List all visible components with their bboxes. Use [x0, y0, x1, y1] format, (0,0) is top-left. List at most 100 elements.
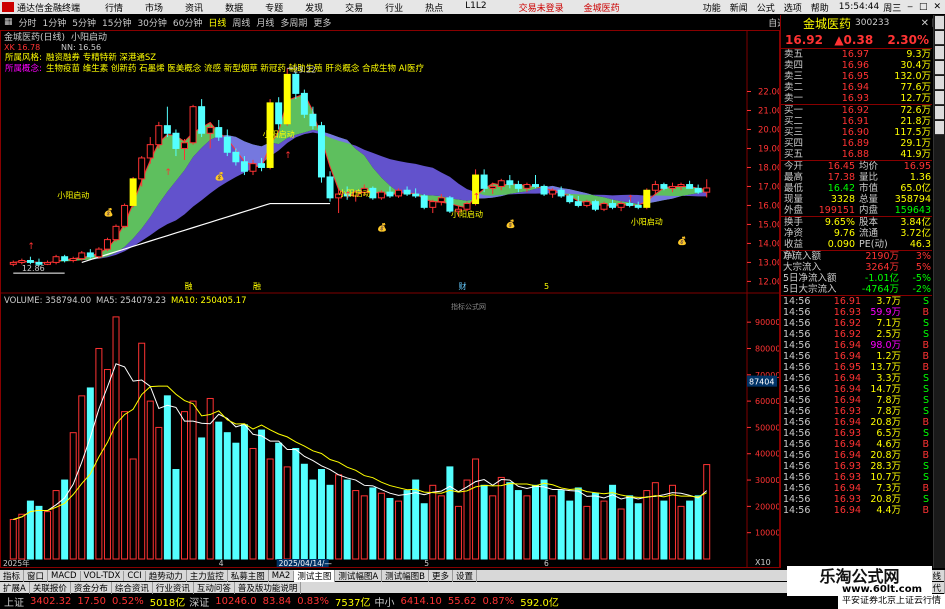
period-tab[interactable]: 更多 [313, 16, 331, 29]
tool-button[interactable] [935, 91, 944, 105]
menu-item[interactable]: 数据 [225, 1, 243, 14]
indicator-tab[interactable]: 测试幅图A [335, 569, 383, 582]
tool-button[interactable] [935, 121, 944, 135]
tool-button[interactable] [935, 106, 944, 120]
index-name[interactable]: 中小 [374, 594, 394, 609]
menu-item[interactable]: 资讯 [185, 1, 203, 14]
info-tab[interactable]: 关联报价 [30, 581, 71, 594]
info-tab[interactable]: 行业资讯 [153, 581, 194, 594]
menu-item[interactable]: 热点 [425, 1, 443, 14]
title-menu-item[interactable]: 帮助 [811, 1, 829, 14]
right-tool-strip[interactable] [933, 15, 945, 568]
indicator-tab[interactable]: MACD [48, 570, 81, 581]
tick-row[interactable]: 14:56 16.94 1.2万 B [781, 351, 932, 362]
title-menu-item[interactable]: 功能 [703, 1, 721, 14]
period-tab[interactable]: 5分钟 [72, 16, 96, 29]
maximize-icon[interactable]: □ [919, 2, 928, 12]
period-tab[interactable]: 月线 [256, 16, 274, 29]
tool-button[interactable] [935, 76, 944, 90]
tick-row[interactable]: 14:56 16.94 98.0万 B [781, 340, 932, 351]
title-menu-item[interactable]: 新闻 [730, 1, 748, 14]
stat-label: 内盘 [859, 205, 879, 216]
tick-row[interactable]: 14:56 16.94 20.8万 B [781, 450, 932, 461]
tick-row[interactable]: 14:56 16.93 10.7万 S [781, 472, 932, 483]
indicator-tab[interactable]: 测试幅图B [382, 569, 429, 582]
menu-item[interactable]: 市场 [145, 1, 163, 14]
price-change-pct: 2.30% [887, 32, 929, 47]
title-menu-item[interactable]: 选项 [784, 1, 802, 14]
buy-arrow-icon: ↑ [27, 242, 35, 252]
formula-watermark: 指标公式网 [451, 302, 486, 311]
tick-row[interactable]: 14:56 16.92 7.1万 S [781, 318, 932, 329]
menu-item[interactable]: 行情 [105, 1, 123, 14]
tick-row[interactable]: 14:56 16.94 20.8万 B [781, 417, 932, 428]
tick-row[interactable]: 14:56 16.94 7.8万 S [781, 395, 932, 406]
period-tab[interactable]: 日线 [208, 16, 226, 29]
indicator-tab[interactable]: 私募主图 [228, 569, 269, 582]
menu-item[interactable]: 专题 [265, 1, 283, 14]
tick-row[interactable]: 14:56 16.94 14.7万 S [781, 384, 932, 395]
tick-row[interactable]: 14:56 16.94 7.3万 B [781, 483, 932, 494]
tick-row[interactable]: 14:56 16.94 4.6万 B [781, 439, 932, 450]
tick-row[interactable]: 14:56 16.95 13.7万 B [781, 362, 932, 373]
period-tab[interactable]: 30分钟 [137, 16, 166, 29]
index-name[interactable]: 深证 [189, 594, 209, 609]
indicator-tab[interactable]: 主力监控 [187, 569, 228, 582]
minimize-icon[interactable]: ‒ [907, 2, 913, 12]
info-tab[interactable]: 资金分布 [71, 581, 112, 594]
tick-row[interactable]: 14:56 16.94 3.3万 S [781, 373, 932, 384]
stat-label: 量比 [859, 172, 879, 183]
tick-row[interactable]: 14:56 16.93 7.8万 S [781, 406, 932, 417]
info-tab[interactable]: 普及版功能说明 [235, 581, 302, 594]
tick-row[interactable]: 14:56 16.93 6.5万 S [781, 428, 932, 439]
tool-button[interactable] [935, 31, 944, 45]
info-tab[interactable]: 扩展A [0, 581, 30, 594]
indicator-tab[interactable]: MA2 [269, 570, 295, 581]
tool-button[interactable] [935, 46, 944, 60]
info-tab[interactable]: 综合资讯 [112, 581, 153, 594]
tick-row[interactable]: 14:56 16.91 3.7万 S [781, 296, 932, 307]
candle-body [275, 102, 283, 125]
tick-row[interactable]: 14:56 16.93 20.8万 S [781, 494, 932, 505]
volume-bar [352, 490, 360, 560]
current-stock-link[interactable]: 金城医药 [584, 1, 620, 14]
close-panel-icon[interactable]: ✕ [921, 18, 929, 29]
info-tab[interactable]: 互动问答 [194, 581, 235, 594]
tool-button[interactable] [935, 61, 944, 75]
index-name[interactable]: 上证 [4, 594, 24, 609]
title-menu-item[interactable]: 公式 [757, 1, 775, 14]
menu-item[interactable]: 行业 [385, 1, 403, 14]
kline-chart-area[interactable]: 金城医药(日线) 小阳启动 XK 16.78 NN: 16.56 所属风格: 融资融券 专… [0, 30, 782, 568]
period-tab[interactable]: 60分钟 [173, 16, 202, 29]
period-tab[interactable]: 1分钟 [43, 16, 67, 29]
indicator-tab[interactable]: VOL-TDX [81, 570, 125, 581]
indicator-tab[interactable]: 测试主图 [294, 569, 336, 582]
order-level: 卖四 16.96 30.4万 [781, 60, 932, 71]
period-tab[interactable]: 多周期 [280, 16, 307, 29]
tick-row[interactable]: 14:56 16.94 4.4万 B [781, 505, 932, 516]
indicator-tab[interactable]: 设置 [453, 569, 478, 582]
close-icon[interactable]: ✕ [933, 2, 941, 12]
tick-row[interactable]: 14:56 16.92 2.5万 S [781, 329, 932, 340]
period-tab[interactable]: 周线 [232, 16, 250, 29]
indicator-tab[interactable]: 更多 [429, 569, 454, 582]
indicator-tab[interactable]: 窗口 [24, 569, 49, 582]
toolbar-grid-icon[interactable]: ▦ [4, 17, 13, 27]
tick-row[interactable]: 14:56 16.93 28.3万 S [781, 461, 932, 472]
indicator-tab[interactable]: CCI [124, 570, 146, 581]
tool-button[interactable] [935, 16, 944, 30]
kline-chart-svg[interactable]: 金城医药(日线) 小阳启动 XK 16.78 NN: 16.56 所属风格: 融资融券 专… [1, 31, 782, 568]
candle-body [9, 261, 17, 265]
period-tab[interactable]: 分时 [19, 16, 37, 29]
menu-item[interactable]: 发现 [305, 1, 323, 14]
indicator-tab[interactable]: 指标 [0, 569, 25, 582]
tick-time: 14:56 [783, 329, 811, 340]
login-status-link[interactable]: 交易未登录 [519, 1, 564, 14]
menu-item[interactable]: 交易 [345, 1, 363, 14]
period-tab[interactable]: 15分钟 [102, 16, 131, 29]
tick-row[interactable]: 14:56 16.93 59.9万 B [781, 307, 932, 318]
tick-list[interactable]: 14:56 16.91 3.7万 S 14:56 16.93 59.9万 B 14:56 16.9… [781, 296, 932, 516]
fund-flows: 净流入额 2190万 3% 大宗流入 3264万 5% 5日净流入额 -1.01亿 -5% 5日大… [781, 251, 932, 295]
menu-item[interactable]: L1L2 [465, 1, 486, 14]
indicator-tab[interactable]: 趋势动力 [146, 569, 187, 582]
